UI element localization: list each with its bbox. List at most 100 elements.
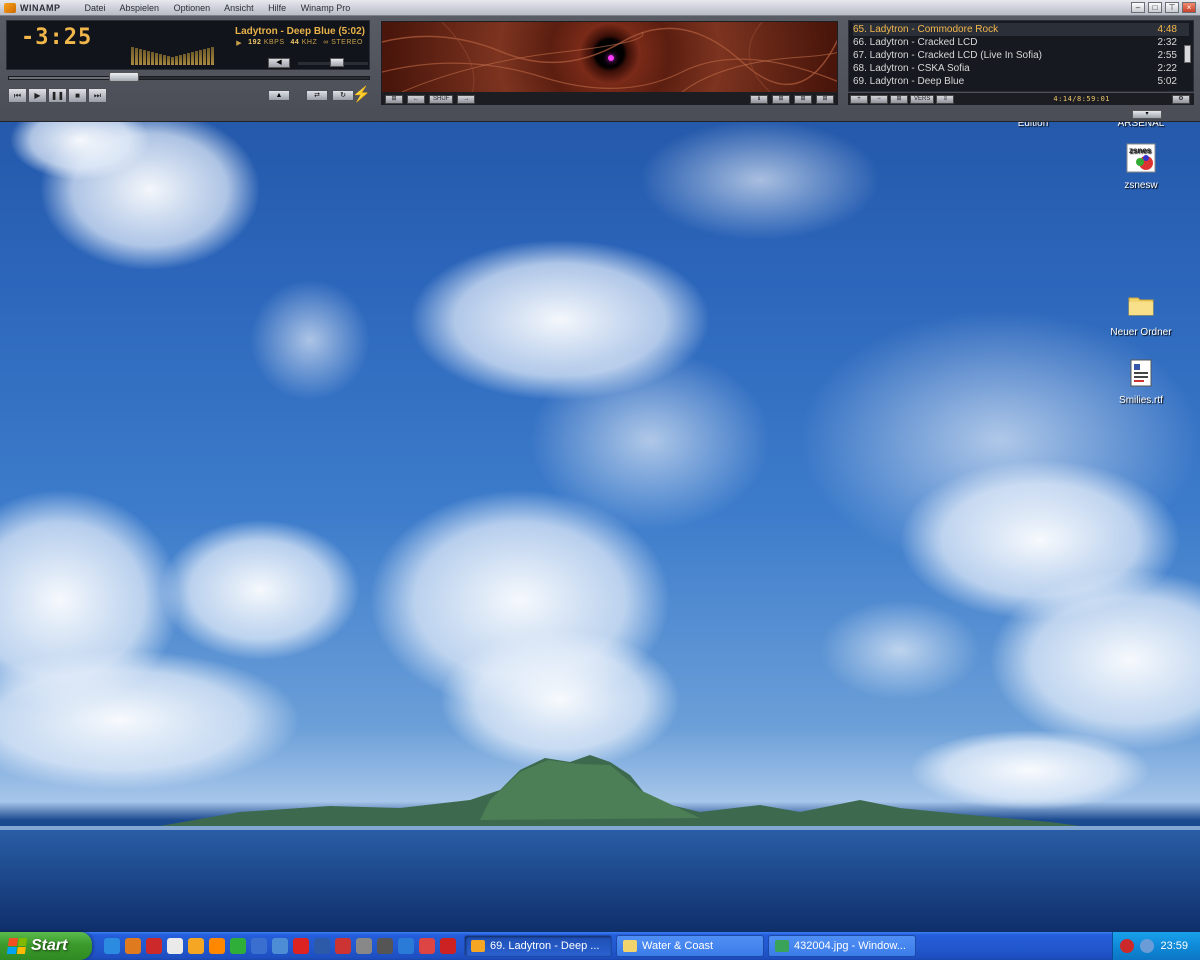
spectrum-bar xyxy=(175,56,178,65)
shuffle-button[interactable]: ⇄ xyxy=(306,90,328,101)
vis-info-button[interactable]: ℹ xyxy=(750,94,768,104)
playlist-list-button[interactable]: ≡ xyxy=(936,94,955,104)
playlist-row[interactable]: 65. Ladytron - Commodore Rock 4:48 xyxy=(853,23,1189,36)
playlist-options-button[interactable]: ⚙ xyxy=(1172,94,1190,104)
vlc-icon[interactable] xyxy=(209,938,225,954)
close-button[interactable]: × xyxy=(1182,2,1196,13)
playlist-counter: 4:14/8:59:01 xyxy=(1053,95,1110,103)
seek-fill xyxy=(9,77,125,79)
vis-button[interactable]: ⊞ xyxy=(385,94,403,104)
desktop-icon-label: zsnesw xyxy=(1124,180,1158,191)
spectrum-bar xyxy=(195,51,198,65)
vis-option-button[interactable]: ⊞ xyxy=(772,94,790,104)
pause-button[interactable]: ❚❚ xyxy=(48,88,67,103)
vis-option-button[interactable]: ⊞ xyxy=(794,94,812,104)
track-title: 69. Ladytron - Deep Blue xyxy=(853,76,965,87)
spectrum-analyzer[interactable] xyxy=(131,45,215,65)
seek-knob[interactable] xyxy=(108,72,139,82)
menu-ansicht[interactable]: Ansicht xyxy=(224,3,254,13)
repeat-button[interactable]: ↻ xyxy=(332,90,354,101)
task-label: 69. Ladytron - Deep ... xyxy=(490,940,600,952)
task-button-water-coast[interactable]: Water & Coast xyxy=(616,935,764,957)
taskbar: Start 69. Ladytron - Deep ... Water & Co… xyxy=(0,932,1200,960)
task-button-winamp[interactable]: 69. Ladytron - Deep ... xyxy=(464,935,612,957)
previous-button[interactable]: ⏮ xyxy=(8,88,27,103)
gear-icon[interactable] xyxy=(356,938,372,954)
flag-icon[interactable] xyxy=(335,938,351,954)
winamp-icon[interactable] xyxy=(188,938,204,954)
media-icon[interactable] xyxy=(167,938,183,954)
volume-knob[interactable] xyxy=(329,58,344,67)
playlist-remove-button[interactable]: − xyxy=(870,94,888,104)
vis-shuffle-button[interactable]: SHUF xyxy=(429,94,454,104)
visualization-panel[interactable] xyxy=(381,21,838,93)
playlist-add-button[interactable]: + xyxy=(850,94,868,104)
menu-datei[interactable]: Datei xyxy=(85,3,106,13)
lightning-bolt-icon[interactable]: ⚡ xyxy=(352,86,371,104)
green-app-icon[interactable] xyxy=(230,938,246,954)
track-length: 2:22 xyxy=(1157,63,1177,74)
minimize-button[interactable]: – xyxy=(1131,2,1145,13)
vis-option-button[interactable]: ⊞ xyxy=(816,94,834,104)
khz-value: 44 xyxy=(290,39,300,46)
window-controls: – □ ⊤ × xyxy=(1131,2,1196,13)
desktop-icon-smilies-rtf[interactable]: Smilies.rtf xyxy=(1101,358,1181,406)
menu-hilfe[interactable]: Hilfe xyxy=(268,3,286,13)
shade-button[interactable]: □ xyxy=(1148,2,1162,13)
clock[interactable]: 23:59 xyxy=(1160,940,1188,952)
start-button[interactable]: Start xyxy=(0,932,92,960)
playlist-row[interactable]: 68. Ladytron - CSKA Sofia 2:22 xyxy=(853,62,1189,75)
playlist-row[interactable]: 67. Ladytron - Cracked LCD (Live In Sofi… xyxy=(853,49,1189,62)
menu-winamp-pro[interactable]: Winamp Pro xyxy=(301,3,351,13)
firefox-icon[interactable] xyxy=(125,938,141,954)
menu-abspielen[interactable]: Abspielen xyxy=(120,3,160,13)
mute-button[interactable]: ◀ xyxy=(268,58,290,68)
stop-button[interactable]: ■ xyxy=(68,88,87,103)
task-button-image-viewer[interactable]: 432004.jpg - Window... xyxy=(768,935,916,957)
word-icon[interactable] xyxy=(314,938,330,954)
windows-logo-icon xyxy=(6,938,28,954)
winamp-titlebar[interactable]: WINAMP Datei Abspielen Optionen Ansicht … xyxy=(0,0,1200,16)
track-title: 68. Ladytron - CSKA Sofia xyxy=(853,63,970,74)
seek-bar[interactable] xyxy=(8,76,370,80)
tray-speaker-icon[interactable] xyxy=(1140,939,1155,953)
vis-prev-button[interactable]: ← xyxy=(407,94,425,104)
desktop-icon-neuer-ordner[interactable]: Neuer Ordner xyxy=(1101,290,1181,338)
eject-button[interactable]: ▲ xyxy=(268,90,290,101)
network-icon[interactable] xyxy=(251,938,267,954)
ie-icon[interactable] xyxy=(104,938,120,954)
track-title: 67. Ladytron - Cracked LCD (Live In Sofi… xyxy=(853,50,1042,61)
headphones-icon[interactable] xyxy=(377,938,393,954)
playlist-scrollbar[interactable] xyxy=(1184,45,1191,63)
tray-app-icon[interactable] xyxy=(1120,939,1135,953)
stereo-label: STEREO xyxy=(331,39,363,46)
image-icon[interactable] xyxy=(272,938,288,954)
opera-small-icon[interactable] xyxy=(440,938,456,954)
image-viewer-icon xyxy=(775,940,789,952)
visualization-center-dot xyxy=(608,55,614,61)
track-length: 2:55 xyxy=(1157,50,1177,61)
opera-icon[interactable] xyxy=(146,938,162,954)
no-icon[interactable] xyxy=(419,938,435,954)
play-button[interactable]: ▶ xyxy=(28,88,47,103)
stereo-icon: ∞ xyxy=(323,39,329,46)
spectrum-bar xyxy=(131,47,134,65)
vis-next-button[interactable]: → xyxy=(457,94,476,104)
khz-unit: KHZ xyxy=(301,39,318,46)
maximize-button[interactable]: ⊤ xyxy=(1165,2,1179,13)
task-buttons: 69. Ladytron - Deep ... Water & Coast 43… xyxy=(464,932,916,960)
playlist-collapse-tab[interactable]: ▾ xyxy=(1132,110,1162,119)
time-display[interactable]: -3:25 xyxy=(21,25,92,50)
playlist-row[interactable]: 66. Ladytron - Cracked LCD 2:32 xyxy=(853,36,1189,49)
desktop-icon-zsnesw[interactable]: zsnes zsnesw xyxy=(1101,143,1181,191)
menu-optionen[interactable]: Optionen xyxy=(174,3,211,13)
spectrum-bar xyxy=(143,50,146,65)
messenger-icon[interactable] xyxy=(398,938,414,954)
playlist-misc-button[interactable]: VERS xyxy=(910,94,935,104)
playlist-select-button[interactable]: ⊞ xyxy=(890,94,908,104)
playlist-row[interactable]: 69. Ladytron - Deep Blue 5:02 xyxy=(853,75,1189,88)
kbps-unit: KBPS xyxy=(263,39,285,46)
winamp-window: WINAMP Datei Abspielen Optionen Ansicht … xyxy=(0,0,1200,122)
acrobat-icon[interactable] xyxy=(293,938,309,954)
next-button[interactable]: ⏭ xyxy=(88,88,107,103)
